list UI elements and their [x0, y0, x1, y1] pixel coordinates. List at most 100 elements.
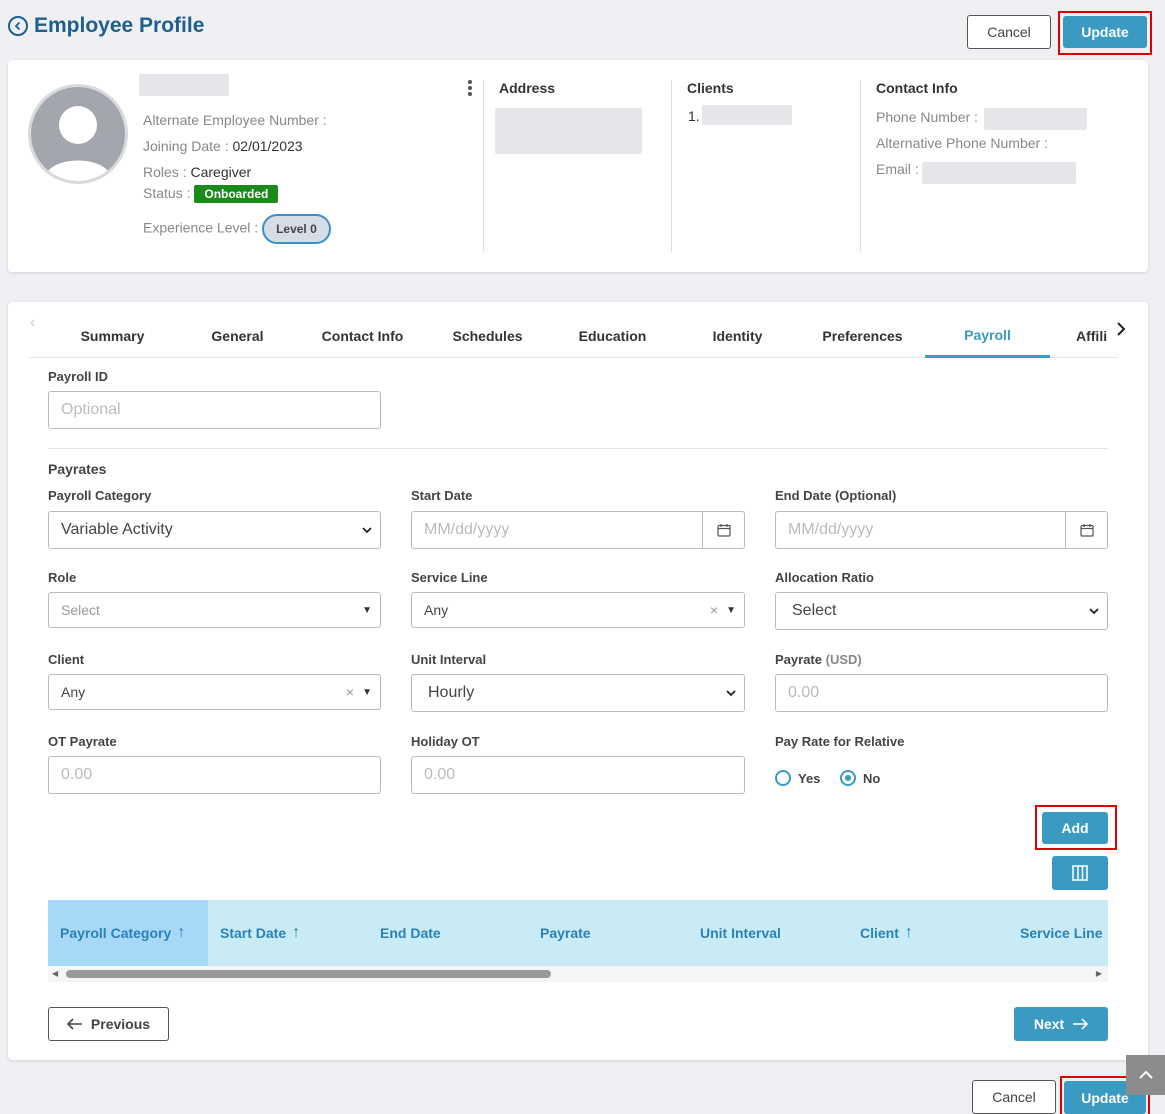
payroll-id-input[interactable]: Optional	[48, 391, 381, 429]
divider	[671, 80, 672, 252]
unit-interval-select[interactable]: Hourly	[411, 674, 745, 712]
tab-education[interactable]: Education	[550, 314, 675, 358]
page-header: Employee Profile	[8, 14, 204, 38]
tab-preferences[interactable]: Preferences	[800, 314, 925, 358]
calendar-icon[interactable]	[702, 512, 744, 548]
start-date-label: Start Date	[411, 488, 473, 503]
ot-payrate-label: OT Payrate	[48, 734, 117, 749]
address-heading: Address	[499, 80, 556, 96]
payroll-id-label: Payroll ID	[48, 369, 108, 384]
update-button-top[interactable]: Update	[1063, 16, 1147, 48]
grid-header: Payroll Category ↑ Start Date ↑ End Date P…	[48, 900, 1108, 966]
tab-summary[interactable]: Summary	[50, 314, 175, 358]
cancel-button-bottom[interactable]: Cancel	[972, 1080, 1056, 1114]
scroll-right-icon[interactable]: ▶	[1096, 969, 1102, 978]
roles: Roles : Caregiver	[143, 164, 252, 180]
service-line-label: Service Line	[411, 570, 488, 585]
columns-icon	[1072, 865, 1088, 881]
chevron-down-icon	[362, 527, 372, 534]
joining-date: Joining Date : 02/01/2023	[143, 138, 303, 154]
cancel-button-top[interactable]: Cancel	[967, 15, 1051, 49]
horizontal-scrollbar[interactable]: ◀ ▶	[48, 966, 1108, 982]
tab-payroll[interactable]: Payroll	[925, 314, 1050, 358]
alternate-employee-number: Alternate Employee Number :	[143, 112, 327, 128]
end-date-label: End Date (Optional)	[775, 488, 897, 503]
next-button[interactable]: Next	[1014, 1007, 1108, 1041]
payroll-category-label: Payroll Category	[48, 488, 152, 503]
phone-number-label: Phone Number :	[876, 109, 978, 125]
role-label: Role	[48, 570, 77, 585]
payrate-input[interactable]: 0.00	[775, 674, 1108, 712]
back-arrow-icon[interactable]	[8, 16, 28, 36]
ot-payrate-input[interactable]: 0.00	[48, 756, 381, 794]
caret-down-icon: ▼	[726, 604, 736, 616]
relative-label: Pay Rate for Relative	[775, 734, 905, 749]
employee-name-redacted	[139, 74, 229, 96]
radio-circle[interactable]	[775, 770, 791, 786]
phone-number-redacted	[984, 108, 1087, 130]
divider	[483, 80, 484, 252]
alt-phone-label: Alternative Phone Number :	[876, 135, 1048, 151]
column-client[interactable]: Client ↑	[848, 900, 1008, 966]
end-date-input[interactable]: MM/dd/yyyy	[775, 511, 1108, 549]
payrate-label: Payrate (USD)	[775, 652, 862, 667]
tab-bar: Summary General Contact Info Schedules E…	[28, 314, 1118, 358]
allocation-ratio-select[interactable]: Select	[775, 592, 1108, 630]
radio-no[interactable]: No	[840, 770, 880, 786]
tab-contact-info[interactable]: Contact Info	[300, 314, 425, 358]
divider	[860, 80, 861, 252]
column-end-date[interactable]: End Date	[368, 900, 528, 966]
tab-schedules[interactable]: Schedules	[425, 314, 550, 358]
clients-heading: Clients	[687, 80, 734, 96]
start-date-input[interactable]: MM/dd/yyyy	[411, 511, 745, 549]
add-button[interactable]: Add	[1042, 812, 1108, 844]
previous-button[interactable]: Previous	[48, 1007, 169, 1041]
chevron-down-icon	[726, 690, 736, 697]
payrates-heading: Payrates	[48, 461, 107, 477]
column-payroll-category[interactable]: Payroll Category ↑	[48, 900, 208, 966]
page-title: Employee Profile	[34, 14, 205, 37]
payroll-category-select[interactable]: Variable Activity	[48, 511, 381, 549]
scroll-to-top-button[interactable]	[1126, 1055, 1165, 1095]
clear-icon[interactable]: ×	[346, 684, 354, 700]
arrow-left-icon	[66, 1018, 82, 1030]
tab-affiliations[interactable]: Affili	[1050, 314, 1110, 358]
unit-interval-label: Unit Interval	[411, 652, 487, 667]
radio-circle-selected[interactable]	[840, 770, 856, 786]
divider	[48, 448, 1108, 449]
chevron-right-icon[interactable]	[1116, 322, 1126, 341]
scroll-left-icon[interactable]: ◀	[52, 969, 58, 978]
scroll-thumb[interactable]	[66, 970, 551, 978]
chevron-down-icon	[1089, 608, 1099, 615]
kebab-menu-icon[interactable]	[468, 80, 472, 98]
sort-arrow-up-icon: ↑	[292, 924, 301, 941]
caret-down-icon: ▼	[362, 686, 372, 698]
profile-card: Alternate Employee Number : Joining Date…	[8, 60, 1148, 272]
clear-icon[interactable]: ×	[710, 602, 718, 618]
holiday-ot-label: Holiday OT	[411, 734, 480, 749]
sort-arrow-up-icon: ↑	[177, 924, 186, 941]
column-chooser-button[interactable]	[1052, 856, 1108, 890]
contact-info-heading: Contact Info	[876, 80, 958, 96]
tab-general[interactable]: General	[175, 314, 300, 358]
client-select[interactable]: Any × ▼	[48, 674, 381, 710]
column-payrate[interactable]: Payrate	[528, 900, 688, 966]
tab-identity[interactable]: Identity	[675, 314, 800, 358]
email-redacted	[922, 162, 1076, 184]
experience-level: Experience Level : Level 0	[143, 214, 331, 244]
sort-arrow-up-icon: ↑	[904, 924, 913, 941]
service-line-select[interactable]: Any × ▼	[411, 592, 745, 628]
holiday-ot-input[interactable]: 0.00	[411, 756, 745, 794]
column-service-line[interactable]: Service Line	[1008, 900, 1108, 966]
calendar-icon[interactable]	[1065, 512, 1107, 548]
column-start-date[interactable]: Start Date ↑	[208, 900, 368, 966]
role-select[interactable]: Select ▼	[48, 592, 381, 628]
radio-yes[interactable]: Yes	[775, 770, 820, 786]
client-name-redacted[interactable]	[702, 105, 792, 125]
status: Status : Onboarded	[143, 185, 279, 204]
address-redacted	[495, 108, 642, 154]
experience-level-badge: Level 0	[262, 214, 331, 244]
avatar	[28, 84, 128, 184]
allocation-ratio-label: Allocation Ratio	[775, 570, 874, 585]
column-unit-interval[interactable]: Unit Interval	[688, 900, 848, 966]
